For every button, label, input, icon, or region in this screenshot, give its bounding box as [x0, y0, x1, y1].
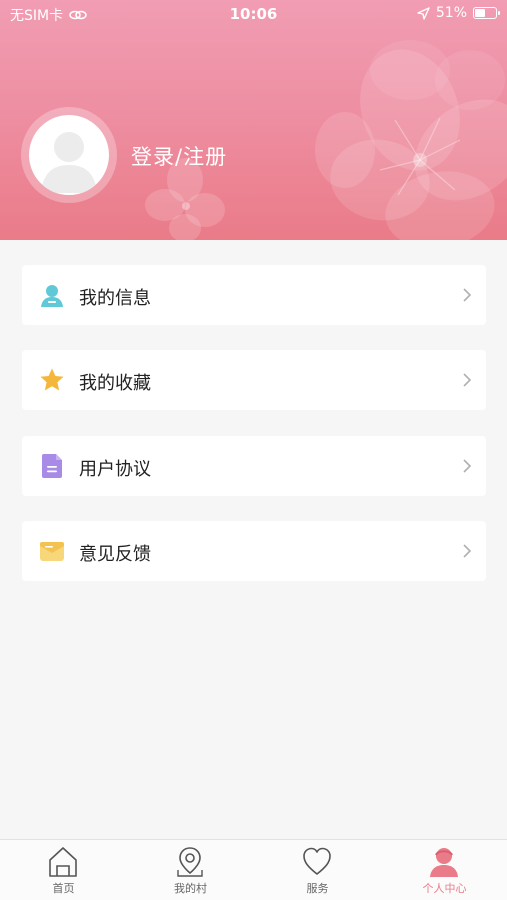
location-arrow-icon	[417, 6, 430, 20]
menu-label: 我的信息	[79, 288, 151, 309]
tab-label: 首页	[52, 882, 75, 895]
menu-label: 意见反馈	[79, 544, 151, 565]
tab-label: 我的村	[174, 882, 207, 895]
chevron-right-icon	[463, 288, 472, 302]
envelope-icon	[40, 542, 64, 561]
tab-label: 服务	[306, 882, 329, 895]
default-avatar-icon	[41, 132, 97, 193]
menu-item-user-agreement[interactable]: 用户协议	[22, 436, 486, 496]
menu-item-my-info[interactable]: 我的信息	[22, 265, 486, 325]
chevron-right-icon	[463, 459, 472, 473]
avatar[interactable]	[29, 115, 109, 195]
battery-icon	[473, 7, 500, 19]
tab-home[interactable]: 首页	[0, 840, 127, 900]
user-info-icon	[41, 285, 63, 307]
battery-percent: 51%	[435, 5, 467, 21]
bottom-tab-bar: 首页 我的村 服务 个人中心	[0, 839, 507, 900]
heart-icon	[303, 847, 331, 875]
tab-personal-center[interactable]: 个人中心	[381, 840, 507, 900]
login-register-link[interactable]: 登录/注册	[131, 141, 227, 171]
tab-service[interactable]: 服务	[254, 840, 381, 900]
home-icon	[49, 847, 77, 877]
screen: 无SIM卡 10:06 51% 登录/注册 我的信息 我的收藏 用户协议 意见反…	[0, 0, 507, 900]
menu-label: 用户协议	[79, 459, 151, 480]
star-icon	[40, 368, 64, 391]
menu-item-feedback[interactable]: 意见反馈	[22, 521, 486, 581]
tab-label: 个人中心	[422, 882, 467, 895]
chevron-right-icon	[463, 373, 472, 387]
document-icon	[42, 454, 62, 478]
status-bar: 无SIM卡 10:06 51%	[0, 0, 507, 28]
profile-header: 无SIM卡 10:06 51% 登录/注册	[0, 0, 507, 240]
menu-item-my-favorites[interactable]: 我的收藏	[22, 350, 486, 410]
chevron-right-icon	[463, 544, 472, 558]
person-icon	[430, 848, 458, 877]
tab-my-village[interactable]: 我的村	[127, 840, 254, 900]
menu-label: 我的收藏	[79, 373, 151, 394]
location-pin-icon	[177, 847, 203, 877]
